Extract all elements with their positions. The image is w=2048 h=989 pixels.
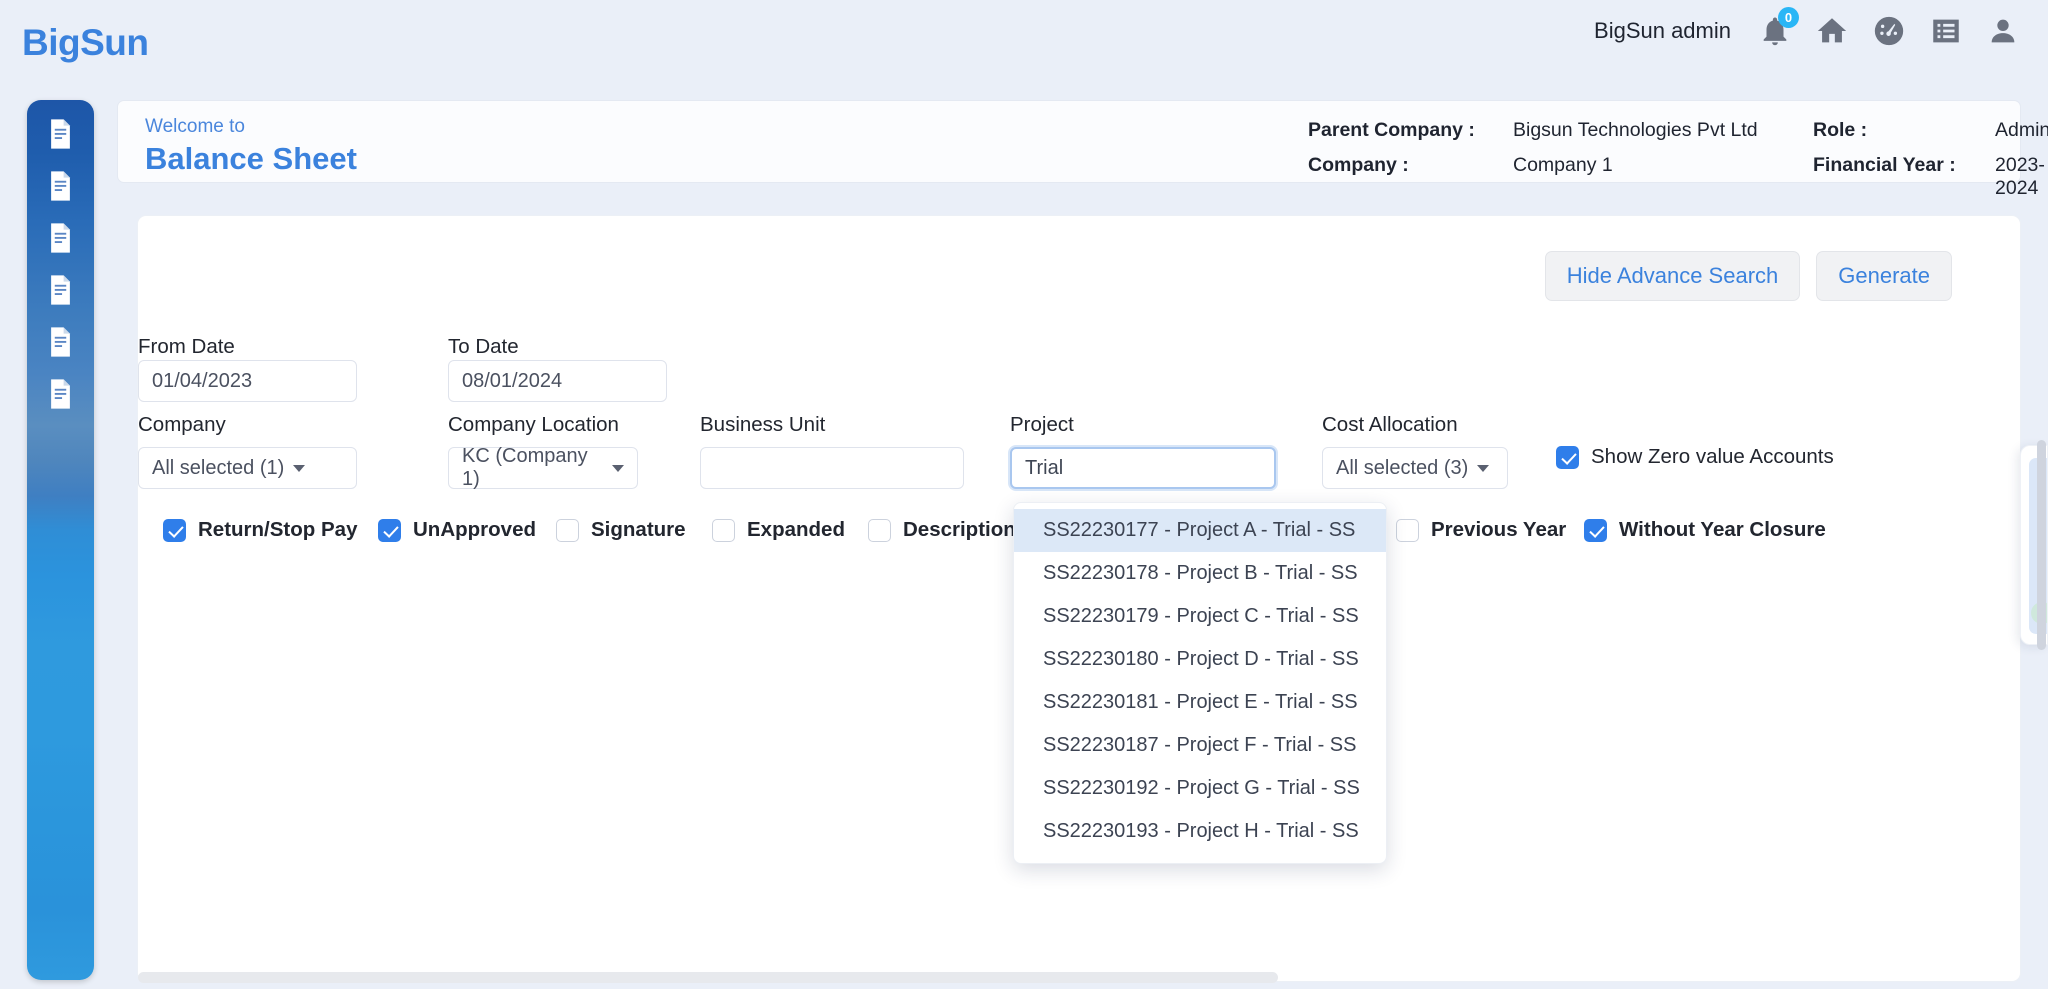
list-icon[interactable]: [1929, 14, 1963, 48]
cost-allocation-dropdown[interactable]: All selected (3): [1322, 447, 1508, 489]
description-label: Description: [903, 518, 1016, 541]
company-meta: Parent Company : Bigsun Technologies Pvt…: [1308, 119, 2048, 200]
chevron-down-icon: [612, 464, 624, 472]
parent-company-key: Parent Company :: [1308, 119, 1475, 141]
unapproved-label: UnApproved: [413, 518, 536, 541]
show-zero-value-accounts-checkbox[interactable]: Show Zero value Accounts: [1556, 445, 1834, 469]
signature-label: Signature: [591, 518, 686, 541]
without-year-closure-checkbox[interactable]: Without Year Closure: [1584, 518, 1826, 542]
unapproved-checkbox[interactable]: UnApproved: [378, 518, 536, 542]
list-item[interactable]: SS22230177 - Project A - Trial - SS: [1014, 509, 1386, 552]
scrollbar-thumb[interactable]: [138, 972, 1278, 983]
company-location-dropdown[interactable]: KC (Company 1): [448, 445, 638, 490]
chevron-down-icon: [1477, 464, 1490, 472]
return-stop-pay-label: Return/Stop Pay: [198, 518, 358, 541]
app-logo[interactable]: BigSun: [22, 22, 149, 64]
checkbox-box: [868, 518, 891, 542]
checkbox-box: [1584, 518, 1607, 542]
business-unit-input[interactable]: [700, 447, 964, 489]
company-value: Company 1: [1513, 154, 1613, 176]
parent-company-value: Bigsun Technologies Pvt Ltd: [1513, 119, 1758, 141]
company-label: Company: [138, 413, 226, 436]
list-item[interactable]: SS22230193 - Project H - Trial - SS: [1014, 810, 1386, 853]
document-icon: [48, 119, 73, 149]
bell-icon[interactable]: 0: [1758, 7, 1799, 48]
to-date-label: To Date: [448, 335, 519, 358]
sidebar-item-3[interactable]: [27, 264, 94, 316]
company-location-label: Company Location: [448, 413, 619, 436]
cost-allocation-dropdown-value: All selected (3): [1336, 456, 1469, 479]
list-item[interactable]: SS22230178 - Project B - Trial - SS: [1014, 552, 1386, 595]
document-icon: [48, 379, 73, 409]
business-unit-label: Business Unit: [700, 413, 826, 436]
sidebar-item-4[interactable]: [27, 316, 94, 368]
project-input[interactable]: [1010, 447, 1276, 489]
list-item[interactable]: SS22230179 - Project C - Trial - SS: [1014, 595, 1386, 638]
left-sidebar: [27, 100, 94, 980]
header-actions: BigSun admin 0: [1594, 7, 2020, 48]
page-title: Balance Sheet: [145, 141, 357, 176]
sidebar-item-1[interactable]: [27, 160, 94, 212]
from-date-input[interactable]: [138, 360, 357, 402]
show-zero-value-accounts-label: Show Zero value Accounts: [1591, 445, 1834, 468]
to-date-input[interactable]: [448, 360, 667, 402]
chevron-down-icon: [293, 464, 306, 472]
home-icon[interactable]: [1815, 14, 1849, 48]
checkbox-box: [163, 518, 186, 542]
role-value: Admin: [1995, 119, 2048, 141]
vertical-scrollbar[interactable]: [2037, 440, 2046, 650]
sidebar-item-0[interactable]: [27, 108, 94, 160]
sidebar-item-5[interactable]: [27, 368, 94, 420]
list-item[interactable]: SS22230192 - Project G - Trial - SS: [1014, 767, 1386, 810]
from-date-label: From Date: [138, 335, 235, 358]
document-icon: [48, 327, 73, 357]
company-location-dropdown-value: KC (Company 1): [462, 445, 588, 490]
list-item[interactable]: SS22230181 - Project E - Trial - SS: [1014, 681, 1386, 724]
project-suggestions-dropdown[interactable]: SS22230177 - Project A - Trial - SS SS22…: [1013, 502, 1387, 864]
welcome-subtitle: Welcome to: [145, 116, 245, 137]
document-icon: [48, 223, 73, 253]
description-checkbox[interactable]: Description: [868, 518, 1016, 542]
top-header: BigSun BigSun admin 0: [0, 0, 2048, 78]
horizontal-scrollbar[interactable]: [138, 972, 2018, 983]
company-dropdown[interactable]: All selected (1): [138, 447, 357, 489]
user-icon[interactable]: [1986, 14, 2020, 48]
generate-button[interactable]: Generate: [1816, 251, 1952, 301]
company-dropdown-value: All selected (1): [152, 456, 285, 479]
checkbox-box: [712, 518, 735, 542]
hide-advance-search-button[interactable]: Hide Advance Search: [1544, 251, 1801, 301]
previous-year-label: Previous Year: [1431, 518, 1567, 541]
admin-name-label: BigSun admin: [1594, 18, 1731, 43]
financial-year-key: Financial Year :: [1813, 154, 1956, 176]
sidebar-item-2[interactable]: [27, 212, 94, 264]
checkbox-box: [378, 518, 401, 542]
checkbox-box: [1396, 518, 1419, 542]
return-stop-pay-checkbox[interactable]: Return/Stop Pay: [163, 518, 357, 542]
welcome-banner: Welcome to Balance Sheet Parent Company …: [117, 100, 2048, 199]
company-key: Company :: [1308, 154, 1409, 176]
cost-allocation-label: Cost Allocation: [1322, 413, 1458, 436]
document-icon: [48, 171, 73, 201]
without-year-closure-label: Without Year Closure: [1619, 518, 1826, 541]
list-item[interactable]: SS22230187 - Project F - Trial - SS: [1014, 724, 1386, 767]
expanded-checkbox[interactable]: Expanded: [712, 518, 845, 542]
financial-year-value: 2023-2024: [1995, 154, 2045, 199]
checkbox-box: [556, 518, 579, 542]
document-icon: [48, 275, 73, 305]
list-item[interactable]: SS22230180 - Project D - Trial - SS: [1014, 638, 1386, 681]
expanded-label: Expanded: [747, 518, 845, 541]
role-key: Role :: [1813, 119, 1868, 141]
project-label: Project: [1010, 413, 1074, 436]
checkbox-box: [1556, 445, 1579, 469]
dashboard-icon[interactable]: [1872, 14, 1906, 48]
panel-action-buttons: Hide Advance Search Generate: [1544, 251, 1952, 301]
notification-count-badge: 0: [1778, 7, 1799, 28]
signature-checkbox[interactable]: Signature: [556, 518, 686, 542]
previous-year-checkbox[interactable]: Previous Year: [1396, 518, 1566, 542]
